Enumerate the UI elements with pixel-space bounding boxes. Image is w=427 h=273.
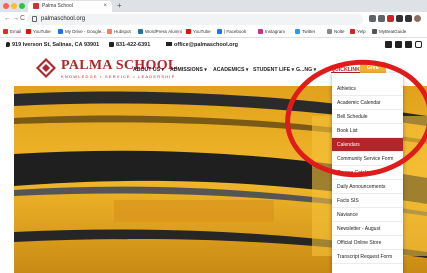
youtube-icon [186,29,191,34]
contact-bar: 919 Iverson St, Salinas, CA 93901 831-42… [0,38,427,51]
bookmark-nolte[interactable]: Nolte [327,29,345,35]
envelope-icon [166,42,172,46]
puzzle-icon[interactable] [396,15,403,22]
bookmark-wordpress[interactable]: WordPress Alumni [138,29,182,35]
extension-icon[interactable] [387,15,394,22]
back-button[interactable]: ← [4,15,11,23]
address-bar[interactable]: palmaschool.org [27,14,363,25]
bookmark-label: Twitter [302,29,316,34]
site-favicon-icon [33,3,39,9]
twitter-icon [295,29,300,34]
bookmark-facebook[interactable]: | Facebook [217,29,246,35]
quicklink-official-online-store[interactable]: Official Online Store [332,236,403,250]
nav-academics[interactable]: ACADEMICS ▾ [213,67,248,73]
quicklink-naviance[interactable]: Naviance [332,208,403,222]
nav-admissions[interactable]: ADMISSIONS ▾ [170,67,207,73]
phone-text: 831-422-6391 [116,42,151,48]
bookmark-label: Hubspot [114,29,131,34]
bookmark-label: MyBeatGuide [379,29,407,34]
nav-student-life[interactable]: STUDENT LIFE ▾ [253,67,294,73]
flickr-icon[interactable] [395,41,402,48]
brand-tagline: KNOWLEDGE • SERVICE • LEADERSHIP [61,74,176,79]
drive-icon [58,29,63,34]
bookmark-label: WordPress Alumni [145,29,182,34]
profile-avatar[interactable] [414,15,421,22]
email-info[interactable]: office@palmaschool.org [166,42,238,48]
bookmark-label: | Facebook [224,29,247,34]
bookmark-label: My Drive - Google... [65,29,106,34]
bookmark-label: YouTube [193,29,211,34]
maximize-window-button[interactable] [19,3,25,9]
quicklink-daily-announcements[interactable]: Daily Announcements [332,180,403,194]
nav-about-us[interactable]: ABOUT US ▾ [133,67,164,73]
sidebar-icon[interactable] [405,15,412,22]
instagram-icon[interactable] [415,41,422,48]
tab-title: Palma School [42,3,73,9]
youtube-icon [26,29,31,34]
address-text: 919 Iverson St, Salinas, CA 93901 [12,42,100,48]
browser-tab[interactable]: Palma School × [28,1,112,12]
bookmark-my-drive[interactable]: My Drive - Google... [58,29,105,35]
share-icon[interactable] [369,15,376,22]
palma-logo[interactable] [35,57,57,79]
lock-icon [32,16,37,22]
bookmark-label: Instagram [265,29,286,34]
bookmark-icon [372,29,377,34]
bookmark-label: Email [10,29,22,34]
nav-giving[interactable]: G...NG ▾ [296,67,316,73]
bookmark-youtube[interactable]: YouTube [26,29,51,35]
bookmark-instagram[interactable]: Instagram [258,29,285,35]
address-row: ← → C palmaschool.org [0,12,427,27]
bookmark-label: Nolte [334,29,345,34]
tab-close-icon[interactable]: × [103,2,107,10]
new-tab-button[interactable]: + [117,1,122,11]
map-pin-icon [6,42,10,47]
youtube-icon[interactable] [405,41,412,48]
reload-button[interactable]: C [20,15,25,23]
quicklink-facts-sis[interactable]: Facts SIS [332,194,403,208]
bookmark-label: YouTube [33,29,51,34]
address-info: 919 Iverson St, Salinas, CA 93901 [6,42,99,48]
star-icon[interactable] [378,15,385,22]
phone-info[interactable]: 831-422-6391 [109,42,150,48]
close-window-button[interactable] [3,3,9,9]
facebook-icon [217,29,222,34]
quicklink-transcript-request-form[interactable]: Transcript Request Form [332,250,403,264]
wordpress-icon [138,29,143,34]
bookmarks-bar: Email YouTube My Drive - Google... Hubsp… [0,27,427,38]
quicklink-newsletter-august[interactable]: Newsletter - August [332,222,403,236]
bookmark-mybeatguide[interactable]: MyBeatGuide [372,29,406,35]
forward-button[interactable]: → [12,15,19,23]
phone-icon [109,42,114,47]
nolte-icon [327,29,332,34]
minimize-window-button[interactable] [11,3,17,9]
bookmark-hubspot[interactable]: Hubspot [107,29,131,35]
browser-window: Palma School × + ← → C palmaschool.org E… [0,0,427,273]
bookmark-twitter[interactable]: Twitter [295,29,315,35]
instagram-icon [258,29,263,34]
bookmark-email[interactable]: Email [3,29,21,35]
facebook-icon[interactable] [385,41,392,48]
tab-strip: Palma School × + [0,0,427,12]
bookmark-youtube-2[interactable]: YouTube [186,29,211,35]
yelp-icon [350,29,355,34]
gmail-icon [3,29,8,34]
bookmark-label: Yelp [357,29,366,34]
url-text: palmaschool.org [41,16,86,22]
email-text: office@palmaschool.org [174,42,239,48]
hubspot-icon [107,29,112,34]
bookmark-yelp[interactable]: Yelp [350,29,366,35]
